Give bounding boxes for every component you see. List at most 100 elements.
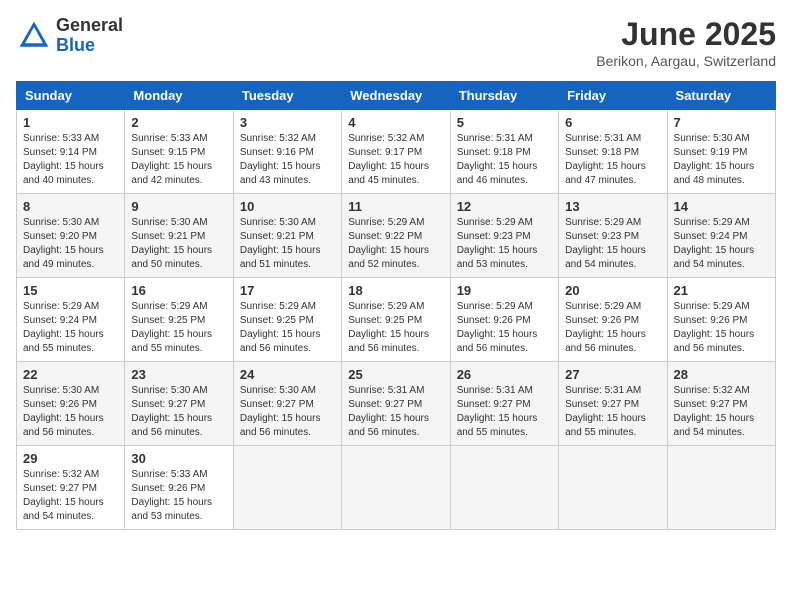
day-info: Sunrise: 5:29 AMSunset: 9:26 PMDaylight:…: [674, 300, 769, 356]
day-info: Sunrise: 5:29 AMSunset: 9:26 PMDaylight:…: [565, 300, 660, 356]
day-info: Sunrise: 5:32 AMSunset: 9:27 PMDaylight:…: [23, 468, 118, 524]
calendar-cell: 21 Sunrise: 5:29 AMSunset: 9:26 PMDayligh…: [667, 278, 775, 362]
day-info: Sunrise: 5:29 AMSunset: 9:24 PMDaylight:…: [674, 216, 769, 272]
calendar-cell: 9 Sunrise: 5:30 AMSunset: 9:21 PMDaylight…: [125, 194, 233, 278]
calendar-cell: 23Sunrise: 5:30 AMSunset: 9:27 PMDayligh…: [125, 362, 233, 446]
calendar-cell: 17 Sunrise: 5:29 AMSunset: 9:25 PMDayligh…: [233, 278, 341, 362]
title-block: June 2025 Berikon, Aargau, Switzerland: [596, 16, 776, 69]
col-header-tuesday: Tuesday: [233, 82, 341, 110]
day-number: 17: [240, 283, 335, 298]
col-header-sunday: Sunday: [17, 82, 125, 110]
calendar-cell: 5 Sunrise: 5:31 AMSunset: 9:18 PMDaylight…: [450, 110, 558, 194]
day-info: Sunrise: 5:30 AMSunset: 9:21 PMDaylight:…: [240, 216, 335, 272]
calendar-cell: 24 Sunrise: 5:30 AMSunset: 9:27 PMDayligh…: [233, 362, 341, 446]
calendar-cell: 15 Sunrise: 5:29 AMSunset: 9:24 PMDayligh…: [17, 278, 125, 362]
calendar-cell: [667, 446, 775, 530]
day-number: 30: [131, 451, 226, 466]
subtitle: Berikon, Aargau, Switzerland: [596, 53, 776, 69]
day-number: 7: [674, 115, 769, 130]
col-header-thursday: Thursday: [450, 82, 558, 110]
calendar-cell: 7 Sunrise: 5:30 AMSunset: 9:19 PMDaylight…: [667, 110, 775, 194]
calendar-cell: 13Sunrise: 5:29 AMSunset: 9:23 PMDayligh…: [559, 194, 667, 278]
calendar-header-row: SundayMondayTuesdayWednesdayThursdayFrid…: [17, 82, 776, 110]
day-number: 1: [23, 115, 118, 130]
day-number: 14: [674, 199, 769, 214]
day-number: 3: [240, 115, 335, 130]
day-number: 24: [240, 367, 335, 382]
day-info: Sunrise: 5:31 AMSunset: 9:27 PMDaylight:…: [565, 384, 660, 440]
calendar-cell: 2 Sunrise: 5:33 AMSunset: 9:15 PMDaylight…: [125, 110, 233, 194]
calendar-cell: 26 Sunrise: 5:31 AMSunset: 9:27 PMDayligh…: [450, 362, 558, 446]
calendar-week-row: 15 Sunrise: 5:29 AMSunset: 9:24 PMDayligh…: [17, 278, 776, 362]
day-info: Sunrise: 5:31 AMSunset: 9:18 PMDaylight:…: [565, 132, 660, 188]
calendar-week-row: 8 Sunrise: 5:30 AMSunset: 9:20 PMDaylight…: [17, 194, 776, 278]
day-info: Sunrise: 5:32 AMSunset: 9:27 PMDaylight:…: [674, 384, 769, 440]
logo-blue: Blue: [56, 36, 123, 56]
calendar-week-row: 22Sunrise: 5:30 AMSunset: 9:26 PMDayligh…: [17, 362, 776, 446]
main-title: June 2025: [596, 16, 776, 53]
calendar-cell: 8 Sunrise: 5:30 AMSunset: 9:20 PMDaylight…: [17, 194, 125, 278]
logo-general: General: [56, 16, 123, 36]
calendar-cell: [450, 446, 558, 530]
col-header-monday: Monday: [125, 82, 233, 110]
day-number: 18: [348, 283, 443, 298]
calendar-cell: 25Sunrise: 5:31 AMSunset: 9:27 PMDayligh…: [342, 362, 450, 446]
day-number: 27: [565, 367, 660, 382]
day-info: Sunrise: 5:33 AMSunset: 9:15 PMDaylight:…: [131, 132, 226, 188]
day-number: 10: [240, 199, 335, 214]
day-info: Sunrise: 5:30 AMSunset: 9:19 PMDaylight:…: [674, 132, 769, 188]
logo: General Blue: [16, 16, 123, 56]
day-number: 6: [565, 115, 660, 130]
calendar-cell: 11Sunrise: 5:29 AMSunset: 9:22 PMDayligh…: [342, 194, 450, 278]
calendar-cell: 4 Sunrise: 5:32 AMSunset: 9:17 PMDaylight…: [342, 110, 450, 194]
day-info: Sunrise: 5:33 AMSunset: 9:14 PMDaylight:…: [23, 132, 118, 188]
calendar-cell: 28 Sunrise: 5:32 AMSunset: 9:27 PMDayligh…: [667, 362, 775, 446]
col-header-wednesday: Wednesday: [342, 82, 450, 110]
calendar-cell: 30 Sunrise: 5:33 AMSunset: 9:26 PMDayligh…: [125, 446, 233, 530]
calendar-cell: 6 Sunrise: 5:31 AMSunset: 9:18 PMDaylight…: [559, 110, 667, 194]
calendar-cell: 20 Sunrise: 5:29 AMSunset: 9:26 PMDayligh…: [559, 278, 667, 362]
day-info: Sunrise: 5:30 AMSunset: 9:27 PMDaylight:…: [240, 384, 335, 440]
day-number: 5: [457, 115, 552, 130]
day-number: 16: [131, 283, 226, 298]
day-number: 9: [131, 199, 226, 214]
col-header-friday: Friday: [559, 82, 667, 110]
day-info: Sunrise: 5:31 AMSunset: 9:27 PMDaylight:…: [457, 384, 552, 440]
day-number: 19: [457, 283, 552, 298]
calendar-cell: 12Sunrise: 5:29 AMSunset: 9:23 PMDayligh…: [450, 194, 558, 278]
calendar-cell: 29 Sunrise: 5:32 AMSunset: 9:27 PMDayligh…: [17, 446, 125, 530]
day-number: 15: [23, 283, 118, 298]
calendar-cell: 19 Sunrise: 5:29 AMSunset: 9:26 PMDayligh…: [450, 278, 558, 362]
calendar-cell: [233, 446, 341, 530]
day-info: Sunrise: 5:29 AMSunset: 9:25 PMDaylight:…: [240, 300, 335, 356]
calendar-cell: 1 Sunrise: 5:33 AMSunset: 9:14 PMDaylight…: [17, 110, 125, 194]
day-number: 29: [23, 451, 118, 466]
calendar-cell: 3 Sunrise: 5:32 AMSunset: 9:16 PMDaylight…: [233, 110, 341, 194]
day-info: Sunrise: 5:32 AMSunset: 9:16 PMDaylight:…: [240, 132, 335, 188]
day-info: Sunrise: 5:32 AMSunset: 9:17 PMDaylight:…: [348, 132, 443, 188]
day-info: Sunrise: 5:29 AMSunset: 9:23 PMDaylight:…: [565, 216, 660, 272]
day-info: Sunrise: 5:29 AMSunset: 9:26 PMDaylight:…: [457, 300, 552, 356]
day-info: Sunrise: 5:31 AMSunset: 9:18 PMDaylight:…: [457, 132, 552, 188]
day-number: 20: [565, 283, 660, 298]
day-number: 28: [674, 367, 769, 382]
logo-text: General Blue: [56, 16, 123, 56]
day-number: 8: [23, 199, 118, 214]
calendar-cell: 10 Sunrise: 5:30 AMSunset: 9:21 PMDayligh…: [233, 194, 341, 278]
day-info: Sunrise: 5:30 AMSunset: 9:21 PMDaylight:…: [131, 216, 226, 272]
calendar-cell: 16Sunrise: 5:29 AMSunset: 9:25 PMDayligh…: [125, 278, 233, 362]
logo-icon: [16, 18, 52, 54]
day-number: 23: [131, 367, 226, 382]
calendar-cell: 22Sunrise: 5:30 AMSunset: 9:26 PMDayligh…: [17, 362, 125, 446]
calendar-cell: [559, 446, 667, 530]
day-info: Sunrise: 5:29 AMSunset: 9:24 PMDaylight:…: [23, 300, 118, 356]
day-info: Sunrise: 5:30 AMSunset: 9:20 PMDaylight:…: [23, 216, 118, 272]
day-number: 4: [348, 115, 443, 130]
day-info: Sunrise: 5:33 AMSunset: 9:26 PMDaylight:…: [131, 468, 226, 524]
calendar-week-row: 29 Sunrise: 5:32 AMSunset: 9:27 PMDayligh…: [17, 446, 776, 530]
day-number: 21: [674, 283, 769, 298]
calendar-cell: [342, 446, 450, 530]
day-number: 26: [457, 367, 552, 382]
day-number: 2: [131, 115, 226, 130]
day-number: 12: [457, 199, 552, 214]
